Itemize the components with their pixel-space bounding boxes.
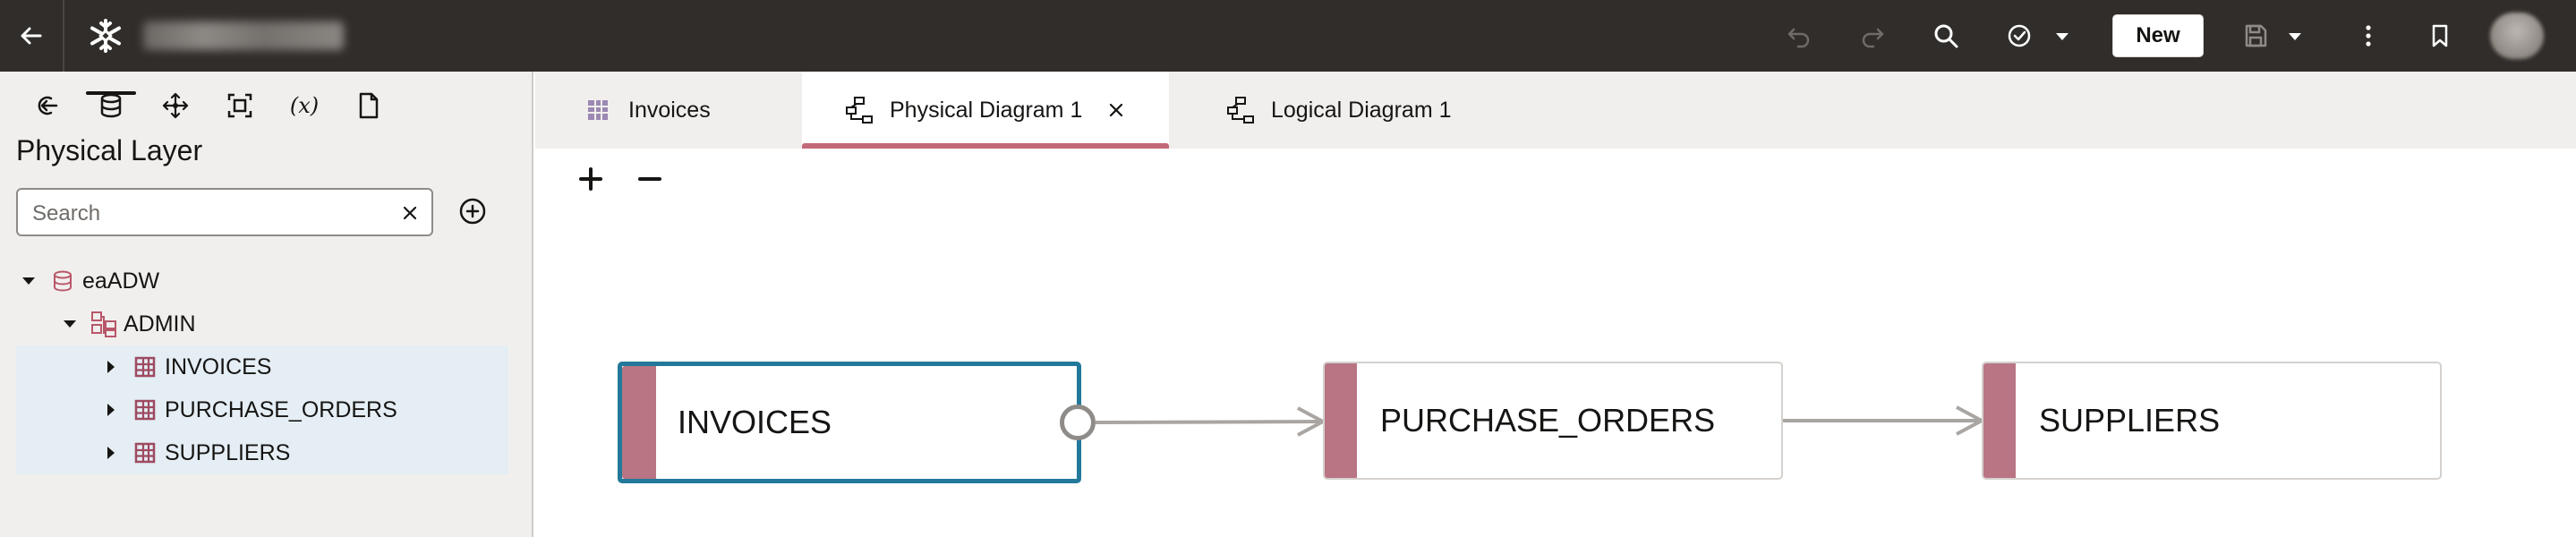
tree-node-admin[interactable]: ADMIN (57, 303, 196, 345)
caret-down-icon[interactable] (57, 311, 82, 337)
tab-invoices[interactable]: Invoices (580, 72, 804, 149)
user-avatar[interactable] (2490, 13, 2544, 59)
search-placeholder: Search (32, 201, 101, 226)
node-color-bar (1325, 363, 1357, 478)
tree-node-label: eaADW (82, 268, 160, 294)
editor-tabs: Invoices Physical Diagram 1 Logical Diag… (535, 72, 2576, 149)
table-icon (580, 92, 616, 128)
physical-layer-panel: (x) Physical Layer Search eaADW ADMIN IN… (0, 72, 533, 537)
more-vertical-icon[interactable] (2350, 18, 2386, 54)
close-tab-icon[interactable] (1102, 96, 1130, 124)
back-arrow-icon[interactable] (0, 0, 63, 72)
table-icon (131, 439, 159, 467)
table-icon (131, 353, 159, 381)
panel-toolbar: (x) (0, 72, 533, 134)
diagram-icon (841, 92, 877, 128)
header-divider (63, 0, 64, 72)
zoom-out-icon[interactable] (632, 161, 668, 197)
redo-icon[interactable] (1855, 18, 1890, 54)
variable-icon[interactable]: (x) (279, 82, 329, 129)
panel-title: Physical Layer (16, 134, 203, 166)
diagram-icon (1223, 92, 1258, 128)
node-label: PURCHASE_ORDERS (1380, 402, 1716, 439)
node-label: SUPPLIERS (2039, 402, 2221, 439)
snowflake-logo-icon (88, 18, 124, 54)
connection-handle[interactable] (1060, 405, 1096, 440)
save-icon[interactable] (2238, 18, 2273, 54)
tree-node-invoices[interactable]: INVOICES (98, 345, 271, 388)
frame-icon[interactable] (215, 82, 265, 129)
node-label: INVOICES (678, 404, 832, 440)
add-circle-icon[interactable] (455, 193, 490, 229)
move-icon[interactable] (150, 82, 200, 129)
diagram-node-suppliers[interactable]: SUPPLIERS (1982, 362, 2442, 480)
clear-search-icon[interactable] (397, 200, 422, 226)
tab-label: Invoices (628, 97, 711, 123)
table-icon (131, 396, 159, 424)
document-icon[interactable] (344, 82, 394, 129)
tab-label: Logical Diagram 1 (1271, 97, 1452, 123)
undo-icon[interactable] (1781, 18, 1817, 54)
tree-node-label: PURCHASE_ORDERS (165, 396, 397, 422)
diagram-canvas[interactable]: INVOICES PURCHASE_ORDERS SUPPLIERS (535, 149, 2576, 537)
edge-purchase-orders-suppliers[interactable] (1781, 405, 1983, 436)
caret-right-icon[interactable] (98, 354, 124, 379)
caret-down-icon[interactable] (16, 268, 41, 294)
zoom-in-icon[interactable] (573, 161, 609, 197)
tree-node-label: SUPPLIERS (165, 439, 291, 465)
caret-right-icon[interactable] (98, 397, 124, 422)
new-button[interactable]: New (2112, 14, 2204, 57)
edge-invoices-purchase-orders[interactable] (1095, 406, 1325, 437)
tab-logical-diagram-1[interactable]: Logical Diagram 1 (1223, 72, 1545, 149)
chevron-down-icon[interactable] (2044, 18, 2080, 54)
save-options-chevron-icon[interactable] (2277, 18, 2313, 54)
search-input[interactable]: Search (16, 188, 433, 236)
tab-physical-diagram-1[interactable]: Physical Diagram 1 (802, 72, 1169, 149)
database-icon (48, 267, 77, 295)
project-title-obscured (143, 21, 344, 50)
diagram-node-invoices[interactable]: INVOICES (618, 362, 1081, 483)
tab-label: Physical Diagram 1 (890, 97, 1083, 123)
tree-node-suppliers[interactable]: SUPPLIERS (98, 431, 290, 474)
check-circle-icon[interactable] (2001, 18, 2037, 54)
schema-icon (90, 310, 118, 338)
tree-node-eaadw[interactable]: eaADW (16, 260, 159, 303)
caret-right-icon[interactable] (98, 440, 124, 465)
connect-back-icon[interactable] (21, 82, 72, 129)
search-icon[interactable] (1928, 18, 1964, 54)
diagram-node-purchase-orders[interactable]: PURCHASE_ORDERS (1323, 362, 1783, 480)
node-color-bar (1983, 363, 2016, 478)
tree-node-purchase-orders[interactable]: PURCHASE_ORDERS (98, 388, 397, 431)
tree-node-label: ADMIN (124, 311, 196, 337)
tree-node-label: INVOICES (165, 354, 272, 379)
app-header: New (0, 0, 2576, 72)
bookmark-icon[interactable] (2422, 18, 2458, 54)
database-icon[interactable] (86, 82, 136, 129)
node-color-bar (622, 366, 656, 479)
